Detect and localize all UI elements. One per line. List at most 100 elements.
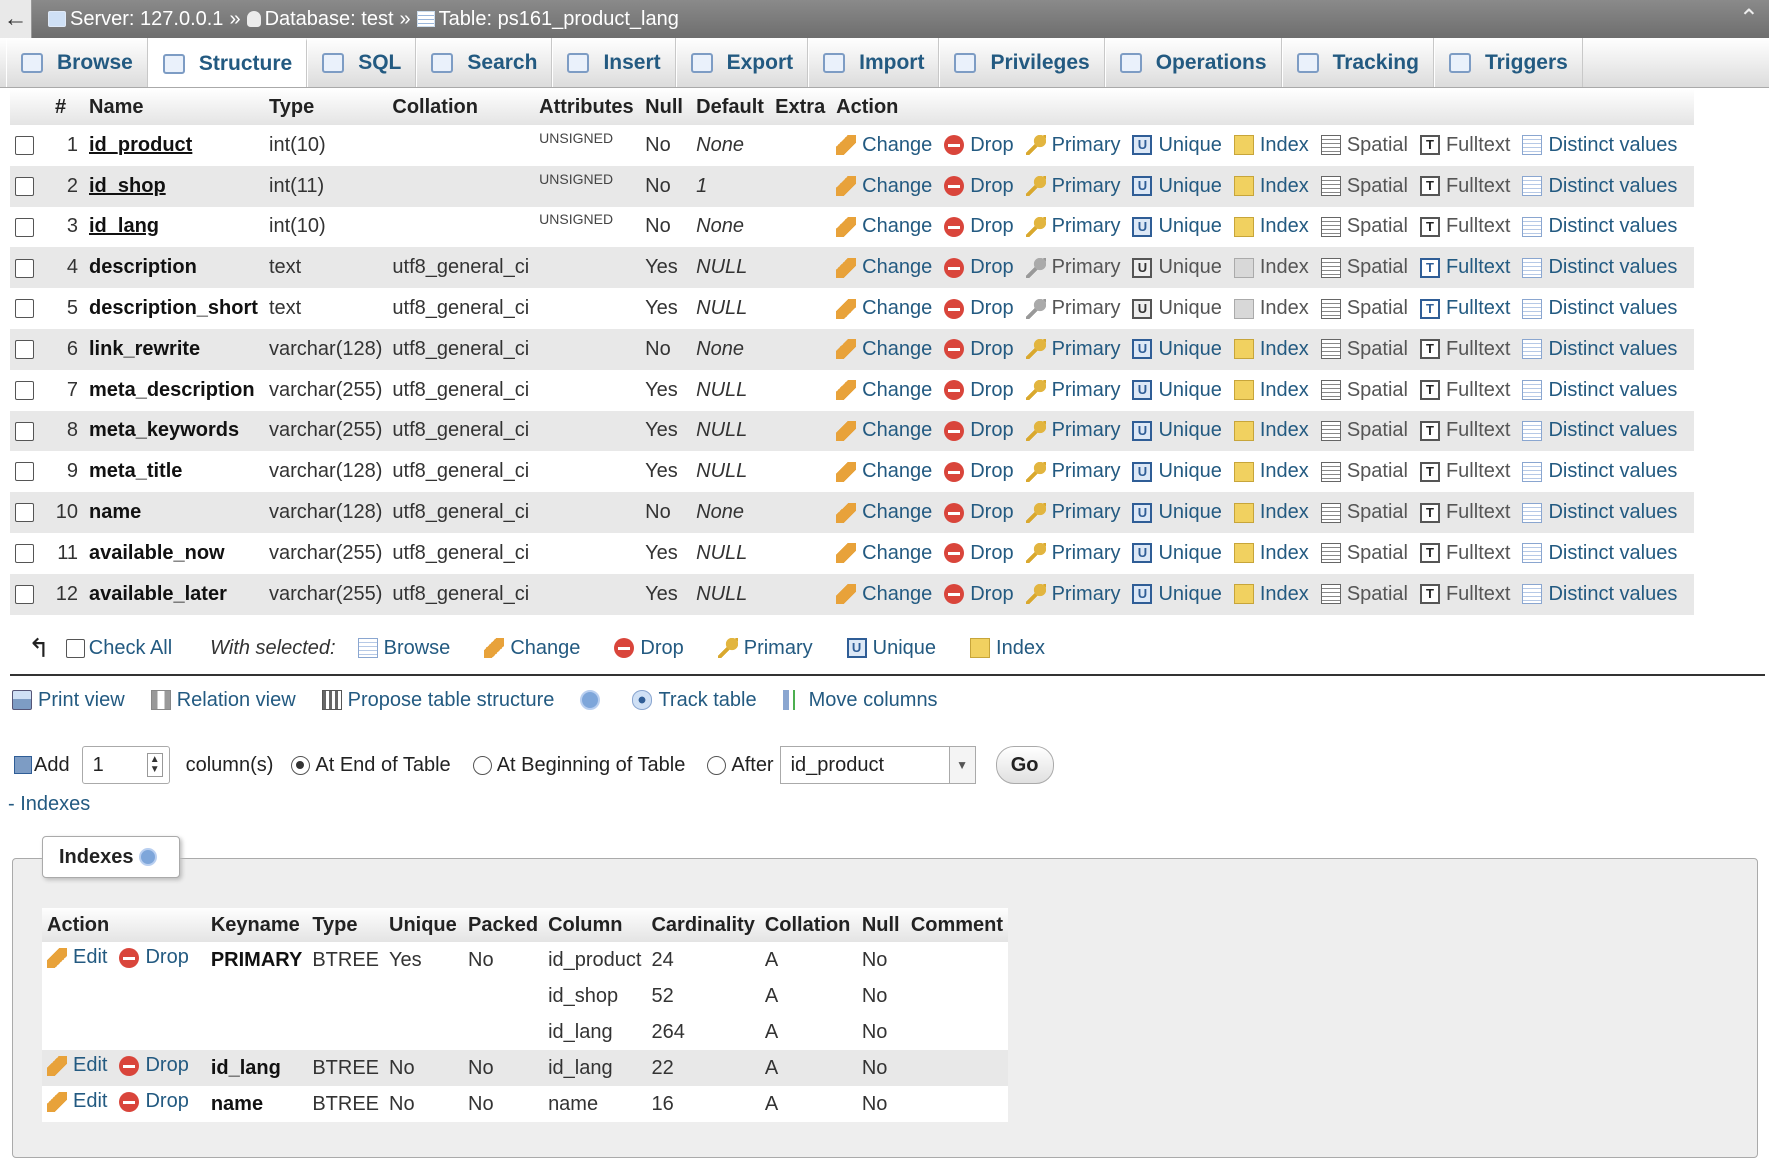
distinct-values-action[interactable]: Distinct values (1522, 379, 1677, 402)
row-checkbox[interactable] (15, 299, 34, 319)
primary-action[interactable]: Primary (1025, 297, 1120, 320)
breadcrumb-database-label[interactable]: Database: test (265, 8, 394, 31)
change-action[interactable]: Change (836, 379, 932, 402)
bulk-primary-button[interactable]: Primary (717, 637, 813, 660)
tab-triggers[interactable]: Triggers (1433, 38, 1583, 87)
drop-action[interactable]: Drop (944, 175, 1014, 198)
drop-action[interactable]: Drop (944, 542, 1014, 565)
distinct-values-action[interactable]: Distinct values (1522, 134, 1677, 157)
primary-action[interactable]: Primary (1025, 175, 1120, 198)
stepper-arrows-icon[interactable]: ▲ ▼ (146, 753, 163, 777)
spatial-action[interactable]: Spatial (1320, 583, 1408, 606)
row-checkbox[interactable] (15, 380, 34, 400)
tab-sql[interactable]: SQL (307, 38, 417, 87)
spatial-action[interactable]: Spatial (1320, 215, 1408, 238)
column-name[interactable]: id_shop (84, 165, 264, 207)
row-checkbox[interactable] (15, 421, 34, 441)
edit-index-button[interactable]: Edit (47, 946, 107, 969)
distinct-values-action[interactable]: Distinct values (1522, 175, 1677, 198)
fulltext-action[interactable]: T Fulltext (1419, 256, 1510, 279)
radio-label[interactable]: After (731, 754, 773, 777)
primary-action[interactable]: Primary (1025, 379, 1120, 402)
help-icon[interactable] (139, 848, 158, 866)
after-column-select[interactable]: id_product ▼ (779, 746, 976, 784)
change-action[interactable]: Change (836, 501, 932, 524)
index-action[interactable]: Index (1233, 542, 1309, 565)
unique-action[interactable]: U Unique (1132, 256, 1222, 279)
drop-action[interactable]: Drop (944, 338, 1014, 361)
spatial-action[interactable]: Spatial (1320, 379, 1408, 402)
unique-action[interactable]: U Unique (1132, 583, 1222, 606)
unique-action[interactable]: U Unique (1132, 215, 1222, 238)
index-action[interactable]: Index (1233, 297, 1309, 320)
change-action[interactable]: Change (836, 419, 932, 442)
tab-tracking[interactable]: Tracking (1281, 38, 1434, 87)
edit-index-button[interactable]: Edit (47, 1054, 107, 1077)
fulltext-action[interactable]: T Fulltext (1419, 134, 1510, 157)
propose-structure-link[interactable]: Propose table structure (321, 689, 554, 712)
drop-action[interactable]: Drop (944, 583, 1014, 606)
after-radio[interactable]: After (707, 754, 774, 777)
drop-index-button[interactable]: Drop (119, 1090, 189, 1113)
bulk-browse-button[interactable]: Browse (357, 637, 450, 660)
drop-action[interactable]: Drop (944, 297, 1014, 320)
change-action[interactable]: Change (836, 460, 932, 483)
fulltext-action[interactable]: T Fulltext (1419, 419, 1510, 442)
change-action[interactable]: Change (836, 583, 932, 606)
row-checkbox[interactable] (15, 217, 34, 237)
tab-operations[interactable]: Operations (1104, 38, 1282, 87)
distinct-values-action[interactable]: Distinct values (1522, 256, 1677, 279)
index-action[interactable]: Index (1233, 460, 1309, 483)
fulltext-action[interactable]: T Fulltext (1419, 215, 1510, 238)
bulk-change-button[interactable]: Change (484, 637, 580, 660)
drop-action[interactable]: Drop (944, 501, 1014, 524)
distinct-values-action[interactable]: Distinct values (1522, 542, 1677, 565)
change-action[interactable]: Change (836, 134, 932, 157)
spatial-action[interactable]: Spatial (1320, 338, 1408, 361)
index-action[interactable]: Index (1233, 175, 1309, 198)
fulltext-action[interactable]: T Fulltext (1419, 297, 1510, 320)
change-action[interactable]: Change (836, 175, 932, 198)
spatial-action[interactable]: Spatial (1320, 460, 1408, 483)
index-action[interactable]: Index (1233, 134, 1309, 157)
relation-view-link[interactable]: Relation view (150, 689, 296, 712)
spatial-action[interactable]: Spatial (1320, 256, 1408, 279)
drop-index-button[interactable]: Drop (119, 1054, 189, 1077)
go-button[interactable]: Go (995, 746, 1054, 784)
drop-action[interactable]: Drop (944, 256, 1014, 279)
primary-action[interactable]: Primary (1025, 134, 1120, 157)
distinct-values-action[interactable]: Distinct values (1522, 297, 1677, 320)
radio-unselected[interactable] (707, 755, 727, 775)
unique-action[interactable]: U Unique (1132, 542, 1222, 565)
primary-action[interactable]: Primary (1025, 419, 1120, 442)
spatial-action[interactable]: Spatial (1320, 501, 1408, 524)
radio-selected[interactable] (291, 755, 311, 775)
distinct-values-action[interactable]: Distinct values (1522, 501, 1677, 524)
tab-structure[interactable]: Structure (147, 38, 308, 87)
breadcrumb-server-label[interactable]: Server: 127.0.0.1 (70, 8, 223, 31)
at-beginning-radio[interactable]: At Beginning of Table (472, 754, 685, 777)
help-button[interactable] (580, 690, 606, 710)
tab-search[interactable]: Search (416, 38, 553, 87)
breadcrumb-server[interactable]: Server: 127.0.0.1 (48, 8, 223, 31)
fulltext-action[interactable]: T Fulltext (1419, 379, 1510, 402)
breadcrumb-table[interactable]: Table: ps161_product_lang (416, 8, 679, 31)
row-checkbox[interactable] (15, 584, 34, 604)
row-checkbox[interactable] (15, 544, 34, 564)
drop-index-button[interactable]: Drop (119, 946, 189, 969)
spatial-action[interactable]: Spatial (1320, 297, 1408, 320)
indexes-toggle-link[interactable]: - Indexes (8, 793, 90, 816)
unique-action[interactable]: U Unique (1132, 501, 1222, 524)
primary-action[interactable]: Primary (1025, 256, 1120, 279)
index-action[interactable]: Index (1233, 338, 1309, 361)
spatial-action[interactable]: Spatial (1320, 134, 1408, 157)
index-action[interactable]: Index (1233, 215, 1309, 238)
change-action[interactable]: Change (836, 542, 932, 565)
column-count-stepper[interactable]: 1 ▲ ▼ (81, 746, 170, 784)
breadcrumb-database[interactable]: Database: test (246, 8, 394, 31)
spatial-action[interactable]: Spatial (1320, 542, 1408, 565)
index-action[interactable]: Index (1233, 379, 1309, 402)
bulk-index-button[interactable]: Index (970, 637, 1045, 660)
row-checkbox[interactable] (15, 176, 34, 196)
index-action[interactable]: Index (1233, 419, 1309, 442)
